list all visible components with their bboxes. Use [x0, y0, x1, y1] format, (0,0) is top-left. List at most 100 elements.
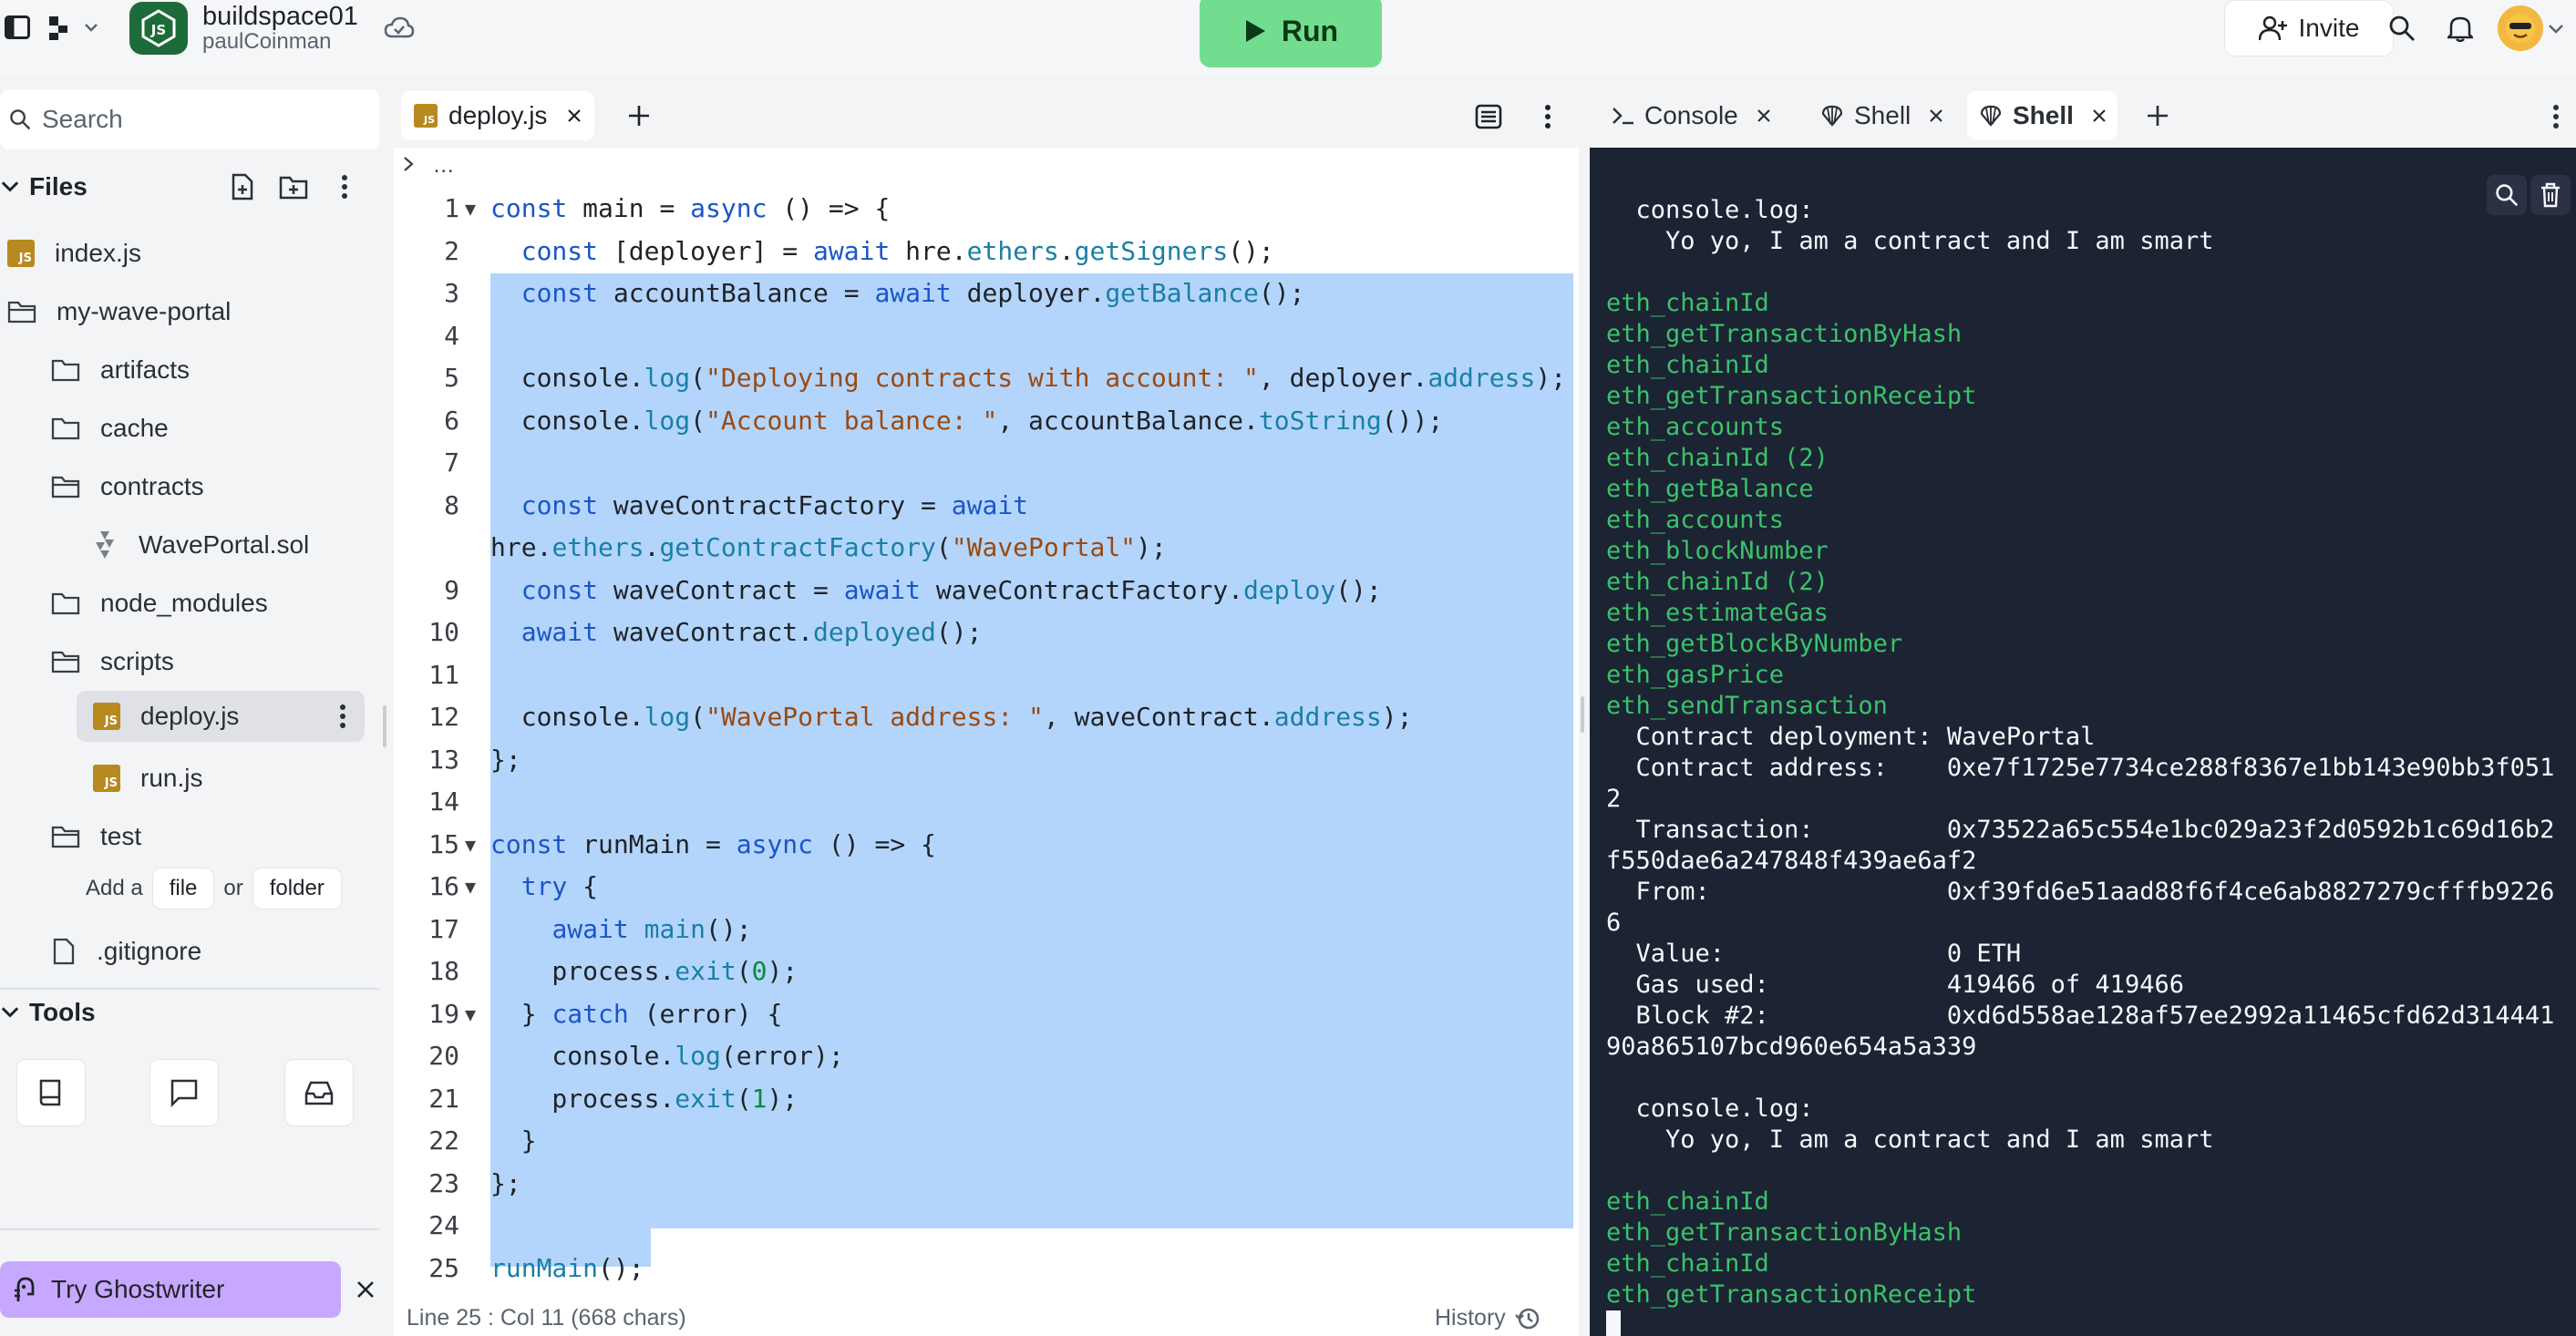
code-line[interactable]: 7: [394, 444, 1579, 482]
terminal-line: eth_chainId: [1606, 1249, 1769, 1278]
add-folder-button[interactable]: folder: [252, 868, 342, 910]
tab-shell[interactable]: Shell: [1808, 91, 1954, 140]
code-line[interactable]: 11: [394, 656, 1579, 694]
history-button[interactable]: History: [1435, 1305, 1540, 1331]
folder-artifacts[interactable]: artifacts: [51, 344, 372, 396]
folder-contracts[interactable]: contracts: [51, 461, 372, 512]
ghostwriter-icon: [15, 1277, 35, 1301]
code-line[interactable]: 21 process.exit(1);: [394, 1080, 1579, 1118]
code-line[interactable]: 2 const [deployer] = await hre.ethers.ge…: [394, 232, 1579, 271]
folder-my-wave-portal[interactable]: my-wave-portal: [7, 286, 372, 337]
file-deploy-js[interactable]: JS deploy.js: [77, 691, 365, 742]
code-line[interactable]: 13};: [394, 741, 1579, 779]
close-icon[interactable]: [567, 108, 582, 123]
tab-label: Console: [1644, 101, 1738, 129]
code-line[interactable]: 9 const waveContract = await waveContrac…: [394, 571, 1579, 610]
try-ghostwriter-button[interactable]: Try Ghostwriter: [0, 1261, 341, 1318]
code-line[interactable]: 18 process.exit(0);: [394, 952, 1579, 991]
add-tab-icon[interactable]: [627, 104, 651, 128]
close-icon[interactable]: [2092, 108, 2107, 123]
code-line[interactable]: 8 const waveContractFactory = await: [394, 487, 1579, 525]
editor-layout-icon[interactable]: [1475, 104, 1502, 129]
folder-scripts[interactable]: scripts: [51, 636, 372, 687]
breadcrumb[interactable]: …: [403, 153, 455, 179]
chat-tool-button[interactable]: [149, 1059, 219, 1126]
close-icon[interactable]: [1757, 108, 1771, 123]
more-options-icon[interactable]: [2552, 104, 2560, 129]
file-waveportal-sol[interactable]: WavePortal.sol: [91, 519, 372, 570]
code-line[interactable]: 20 console.log(error);: [394, 1037, 1579, 1075]
fold-toggle-icon[interactable]: ▼: [465, 868, 476, 906]
pane-resize-handle[interactable]: [1581, 696, 1584, 733]
terminal-line: eth_estimateGas: [1606, 599, 1829, 627]
fold-toggle-icon[interactable]: ▼: [465, 190, 476, 228]
file-run-js[interactable]: JS run.js: [93, 753, 372, 804]
code-line[interactable]: 3 const accountBalance = await deployer.…: [394, 274, 1579, 313]
sidebar-resize-handle[interactable]: [383, 705, 386, 747]
terminal-line: eth_blockNumber: [1606, 537, 1829, 565]
terminal-output[interactable]: console.log: Yo yo, I am a contract and …: [1606, 195, 2572, 1336]
code-area[interactable]: … 1 ▼ const main = async () => { 2 const [d…: [394, 148, 1579, 1283]
fold-toggle-icon[interactable]: ▼: [465, 995, 476, 1033]
code-line[interactable]: 22 }: [394, 1122, 1579, 1160]
bell-icon[interactable]: [2445, 13, 2476, 44]
run-button[interactable]: Run: [1200, 0, 1382, 67]
close-icon[interactable]: [1929, 108, 1943, 123]
folder-cache[interactable]: cache: [51, 403, 372, 454]
fold-toggle-icon[interactable]: ▼: [465, 826, 476, 864]
workspace-menu-icon[interactable]: [47, 13, 102, 42]
terminal-line: eth_chainId: [1606, 351, 1769, 379]
code-text: console.log("Account balance: ", account…: [490, 405, 1444, 436]
code-line[interactable]: 24: [394, 1207, 1579, 1245]
code-line[interactable]: 5 console.log("Deploying contracts with …: [394, 359, 1579, 397]
search-input[interactable]: Search: [0, 89, 379, 149]
code-line[interactable]: 15 ▼ const runMain = async () => {: [394, 826, 1579, 864]
more-options-icon[interactable]: [339, 704, 346, 729]
line-number: 13: [428, 744, 459, 775]
tab-console[interactable]: Console: [1601, 91, 1782, 140]
more-options-icon[interactable]: [1544, 104, 1551, 129]
folder-icon: [7, 301, 36, 324]
code-line[interactable]: 6 console.log("Account balance: ", accou…: [394, 402, 1579, 440]
file-gitignore[interactable]: .gitignore: [51, 926, 372, 977]
code-line[interactable]: 10 await waveContract.deployed();: [394, 613, 1579, 652]
folder-icon: [51, 359, 80, 382]
folder-node-modules[interactable]: node_modules: [51, 578, 372, 629]
tab-shell-active[interactable]: Shell: [1967, 91, 2117, 140]
sidebar-toggle-icon[interactable]: [4, 13, 31, 42]
code-line[interactable]: 23};: [394, 1165, 1579, 1203]
code-line[interactable]: 19 ▼ } catch (error) {: [394, 995, 1579, 1033]
code-line[interactable]: 25 runMain();: [394, 1249, 1579, 1288]
add-file-button[interactable]: file: [151, 868, 215, 910]
terminal-line: eth_sendTransaction: [1606, 692, 1888, 720]
repl-name[interactable]: buildspace01: [202, 2, 358, 32]
code-line[interactable]: 16 ▼ try {: [394, 868, 1579, 906]
add-tab-icon[interactable]: [2146, 104, 2169, 128]
inbox-tool-button[interactable]: [284, 1059, 354, 1126]
file-index-js[interactable]: JS index.js: [7, 228, 372, 279]
docs-tool-button[interactable]: [16, 1059, 86, 1126]
code-line[interactable]: 12 console.log("WavePortal address: ", w…: [394, 698, 1579, 736]
code-line[interactable]: 4: [394, 317, 1579, 355]
inbox-icon: [304, 1081, 334, 1105]
invite-button[interactable]: Invite: [2224, 0, 2394, 57]
close-icon[interactable]: [355, 1279, 376, 1300]
code-line[interactable]: hre.ethers.getContractFactory("WavePorta…: [394, 529, 1579, 567]
search-icon[interactable]: [2386, 13, 2417, 44]
new-folder-icon[interactable]: [279, 174, 308, 200]
avatar[interactable]: [2498, 5, 2543, 51]
more-options-icon[interactable]: [341, 174, 348, 200]
line-number: 1: [444, 193, 459, 223]
files-section-header[interactable]: Files: [0, 164, 374, 210]
code-line[interactable]: 14: [394, 783, 1579, 821]
folder-label: contracts: [100, 472, 204, 500]
terminal-line: 90a865107bcd960e654a5a339: [1606, 1033, 1977, 1061]
repl-owner[interactable]: paulCoinman: [202, 29, 331, 55]
chevron-down-icon[interactable]: [2545, 18, 2567, 40]
tab-deploy-js[interactable]: JS deploy.js: [401, 91, 595, 140]
folder-test[interactable]: test: [51, 811, 372, 862]
tools-section-header[interactable]: Tools: [0, 990, 374, 1035]
new-file-icon[interactable]: [230, 173, 255, 200]
code-line[interactable]: 17 await main();: [394, 910, 1579, 949]
code-line[interactable]: 1 ▼ const main = async () => {: [394, 190, 1579, 228]
